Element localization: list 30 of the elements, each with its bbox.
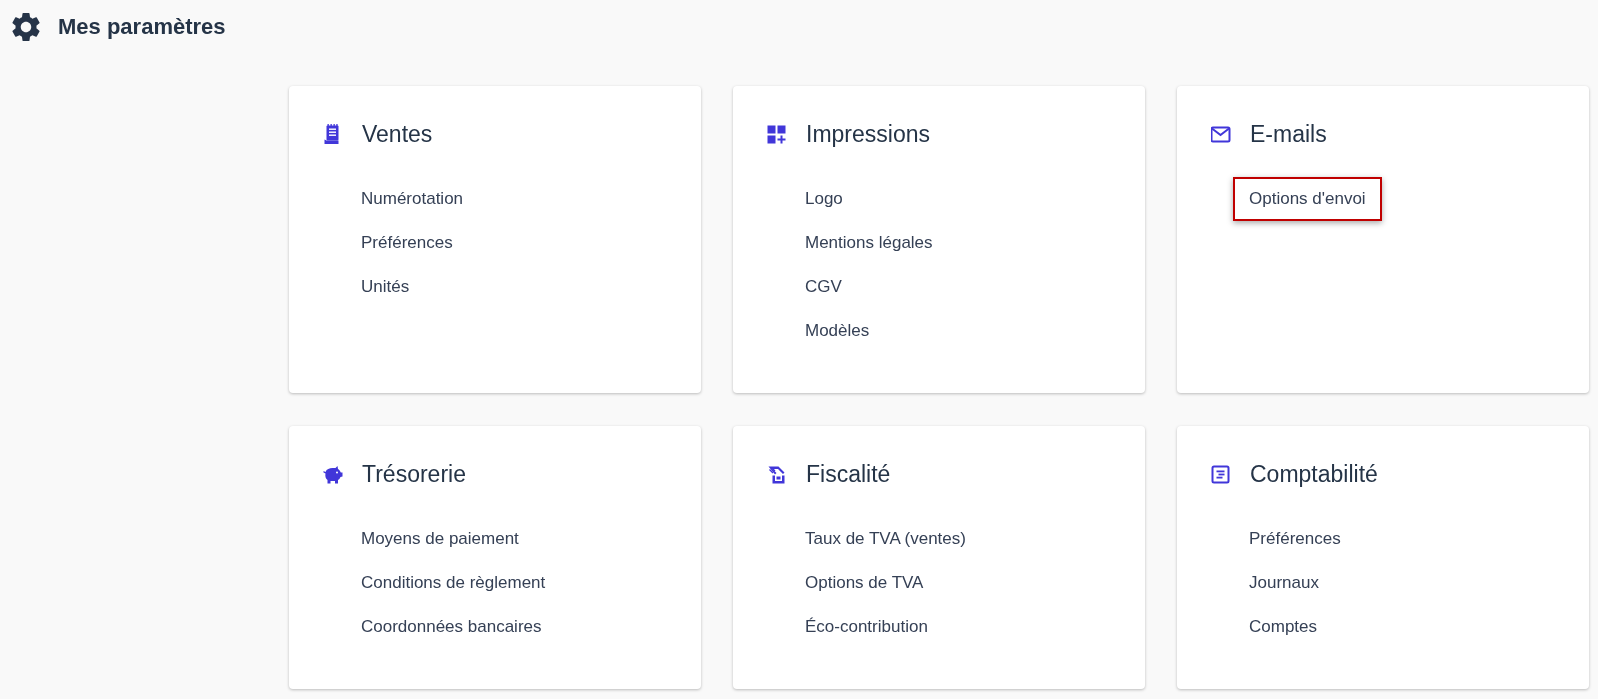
settings-icon: [12, 13, 40, 41]
card-title: Comptabilité: [1250, 460, 1378, 489]
settings-link[interactable]: Préférences: [1233, 517, 1357, 561]
card-title: E-mails: [1250, 120, 1327, 149]
settings-link[interactable]: Options de TVA: [789, 561, 940, 605]
settings-link[interactable]: Éco-contribution: [789, 605, 944, 649]
settings-link[interactable]: Comptes: [1233, 605, 1334, 649]
card-title: Ventes: [362, 120, 433, 149]
settings-link[interactable]: Moyens de paiement: [345, 517, 535, 561]
settings-link[interactable]: Préférences: [345, 221, 469, 265]
settings-link[interactable]: Conditions de règlement: [345, 561, 562, 605]
settings-link[interactable]: CGV: [789, 265, 858, 309]
settings-link[interactable]: Coordonnées bancaires: [345, 605, 558, 649]
settings-link[interactable]: Unités: [345, 265, 426, 309]
tray-sheet-icon: [767, 464, 787, 484]
card-title: Impressions: [806, 120, 930, 149]
settings-link[interactable]: Modèles: [789, 309, 886, 353]
card-title: Trésorerie: [362, 460, 466, 489]
document-lines-icon: [1211, 464, 1231, 484]
page-title: Mes paramètres: [58, 13, 226, 41]
settings-link[interactable]: Logo: [789, 177, 859, 221]
card-title: Fiscalité: [806, 460, 891, 489]
settings-link[interactable]: Mentions légales: [789, 221, 949, 265]
mail-icon: [1211, 124, 1231, 144]
piggy-bank-icon: [323, 464, 343, 484]
dashboard-plus-icon: [767, 124, 787, 144]
settings-link[interactable]: Journaux: [1233, 561, 1335, 605]
settings-link[interactable]: Numérotation: [345, 177, 480, 221]
settings-link[interactable]: Taux de TVA (ventes): [789, 517, 982, 561]
settings-link[interactable]: Options d'envoi: [1233, 177, 1382, 221]
